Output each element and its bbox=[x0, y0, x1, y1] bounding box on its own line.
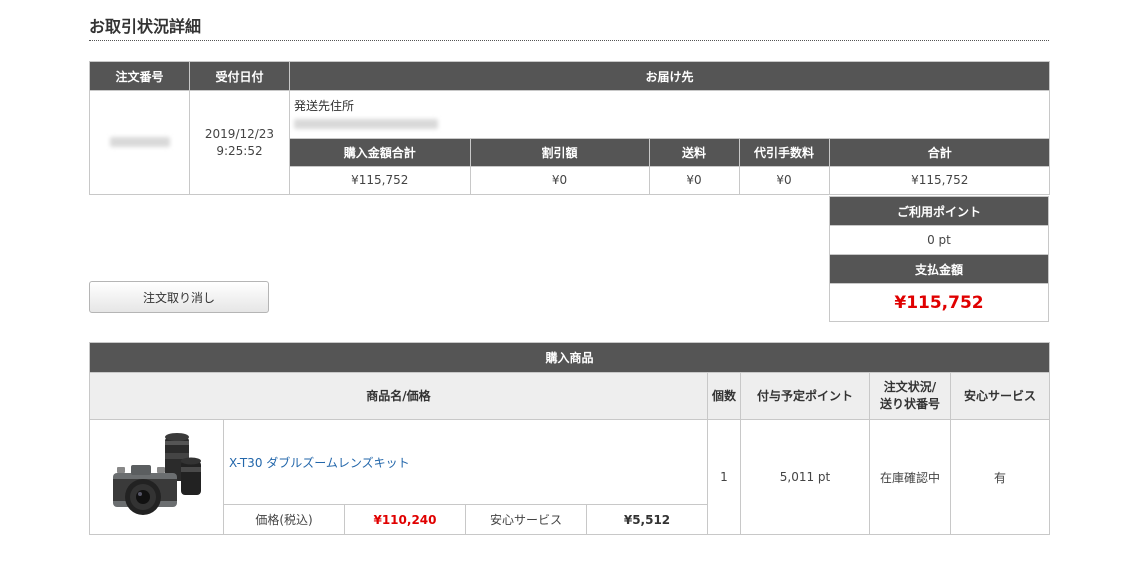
status-header-line1: 注文状況/ bbox=[883, 380, 937, 394]
products-section-title: 購入商品 bbox=[88, 342, 1051, 373]
points-used-value: 0 pt bbox=[829, 225, 1049, 255]
price-label: 価格(税込) bbox=[223, 504, 345, 535]
address-label: 発送先住所 bbox=[294, 99, 355, 113]
cod-fee-header: 代引手数料 bbox=[738, 137, 830, 166]
product-name-header: 商品名/価格 bbox=[89, 372, 708, 420]
payment-summary: ご利用ポイント 0 pt 支払金額 ¥115,752 bbox=[829, 196, 1049, 322]
service-price: ¥5,512 bbox=[586, 504, 708, 535]
order-number-header: 注文番号 bbox=[89, 61, 190, 91]
total-value: ¥115,752 bbox=[828, 165, 1051, 194]
price-value: ¥110,240 bbox=[344, 504, 466, 535]
product-service: 有 bbox=[949, 419, 1051, 535]
products-table: 購入商品 商品名/価格 個数 付与予定ポイント 注文状況/ 送り状番号 安心サー… bbox=[88, 342, 1051, 535]
ship-to-cell: 発送先住所 購入金額合計 割引額 送料 代引手数料 合計 ¥115,752 ¥0… bbox=[289, 90, 1051, 195]
status-header: 注文状況/ 送り状番号 bbox=[869, 372, 951, 420]
service-header: 安心サービス bbox=[949, 372, 1051, 420]
page-title: お取引状況詳細 bbox=[89, 17, 202, 36]
total-header: 合計 bbox=[828, 137, 1051, 166]
order-info-table: 注文番号 受付日付 お届け先 2019/12/23 9:25:52 発送先住所 bbox=[89, 61, 1051, 195]
order-date-cell: 2019/12/23 9:25:52 bbox=[189, 90, 290, 195]
ship-to-header: お届け先 bbox=[289, 61, 1050, 91]
order-date: 2019/12/23 bbox=[204, 126, 275, 141]
points-header: 付与予定ポイント bbox=[740, 372, 870, 420]
discount-value: ¥0 bbox=[469, 165, 650, 194]
camera-icon bbox=[112, 432, 201, 515]
quantity-header: 個数 bbox=[707, 372, 741, 420]
status-header-line2: 送り状番号 bbox=[879, 397, 940, 411]
product-status: 在庫確認中 bbox=[869, 419, 951, 535]
product-name-link[interactable]: X-T30 ダブルズームレンズキット bbox=[223, 419, 708, 505]
order-number-redacted bbox=[109, 136, 170, 147]
product-points: 5,011 pt bbox=[740, 419, 870, 535]
payment-amount-value: ¥115,752 bbox=[829, 283, 1049, 322]
title-divider bbox=[89, 40, 1049, 41]
service-label: 安心サービス bbox=[465, 504, 587, 535]
product-image-cell bbox=[89, 419, 224, 535]
address-cell: 発送先住所 bbox=[290, 91, 1050, 138]
subtotal-header: 購入金額合計 bbox=[290, 137, 471, 166]
product-quantity: 1 bbox=[707, 419, 741, 535]
table-row: X-T30 ダブルズームレンズキット 1 5,011 pt 在庫確認中 有 bbox=[89, 419, 1051, 535]
amount-table: 発送先住所 購入金額合計 割引額 送料 代引手数料 合計 ¥115,752 ¥0… bbox=[290, 91, 1051, 194]
order-time: 9:25:52 bbox=[216, 143, 263, 158]
cancel-order-button[interactable]: 注文取り消し bbox=[89, 281, 269, 313]
order-date-header: 受付日付 bbox=[189, 61, 290, 91]
order-number-cell bbox=[89, 90, 190, 195]
cod-fee-value: ¥0 bbox=[738, 165, 830, 194]
shipping-header: 送料 bbox=[648, 137, 740, 166]
payment-amount-header: 支払金額 bbox=[829, 254, 1049, 284]
shipping-value: ¥0 bbox=[648, 165, 740, 194]
subtotal-value: ¥115,752 bbox=[290, 165, 471, 194]
discount-header: 割引額 bbox=[469, 137, 650, 166]
points-used-header: ご利用ポイント bbox=[829, 196, 1049, 226]
address-redacted bbox=[294, 119, 438, 129]
